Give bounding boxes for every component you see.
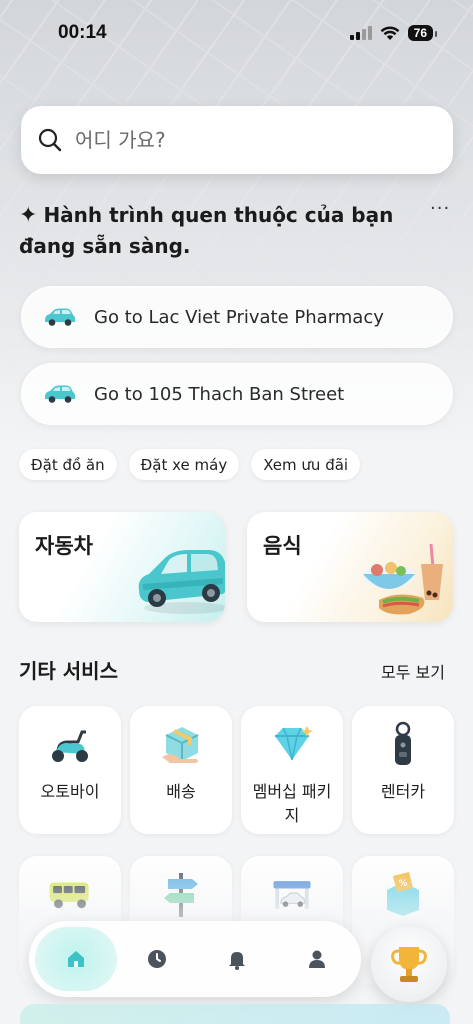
chip-book-motorbike[interactable]: Đặt xe máy [128,449,240,480]
clock-icon [148,950,166,968]
more-options-icon[interactable]: ··· [430,198,450,219]
service-card-car[interactable]: 자동차 [19,512,225,622]
service-tile-label: 오토바이 [40,782,100,801]
route-label: Go to Lac Viet Private Pharmacy [94,306,384,328]
status-bar: 00:14 76 [0,0,473,66]
battery-indicator: 76 [407,25,438,41]
car-icon [138,550,225,614]
greeting-heading: ✦ Hành trình quen thuộc của bạn đang sẵn … [19,200,419,262]
service-tile-label: 렌터카 [380,782,426,801]
section-title: 기타 서비스 [19,659,118,683]
status-time: 00:14 [58,22,107,43]
trophy-icon [391,947,427,982]
service-tile-label: 멤버십 패키지 [252,782,332,825]
car-icon [45,308,75,326]
user-icon [309,950,325,968]
food-icon [363,543,443,615]
wifi-icon [380,25,400,40]
service-tile-membership[interactable]: 멤버십 패키지 [241,706,343,834]
sparkle-icon: ✦ [19,203,38,228]
tab-account[interactable] [277,927,357,991]
search-bar[interactable] [21,106,453,174]
chip-view-offers[interactable]: Xem ưu đãi [251,449,361,480]
tab-notifications[interactable] [197,927,277,991]
scooter-icon [46,720,94,768]
recent-route-1[interactable]: Go to Lac Viet Private Pharmacy [21,286,453,348]
car-key-icon [379,720,427,768]
search-icon [38,128,62,152]
promo-banner[interactable] [20,1004,450,1024]
quick-actions: Đặt đồ ăn Đặt xe máy Xem ưu đãi [19,449,361,480]
service-card-food[interactable]: 음식 [247,512,453,622]
bottom-tab-bar [29,921,361,997]
service-tile-motorbike[interactable]: 오토바이 [19,706,121,834]
greeting-text: Hành trình quen thuộc của bạn đang sẵn s… [19,203,394,258]
route-label: Go to 105 Thach Ban Street [94,383,345,405]
package-icon [157,720,205,768]
service-tile-label: 배송 [166,782,196,801]
service-card-label: 자동차 [35,534,93,558]
see-all-link[interactable]: 모두 보기 [381,659,445,683]
chip-order-food[interactable]: Đặt đồ ăn [19,449,117,480]
cellular-signal-icon [349,26,372,40]
bell-icon [229,952,245,970]
home-icon [68,951,84,967]
search-input[interactable] [75,128,415,152]
diamond-icon [268,720,316,768]
car-icon [45,385,75,403]
recent-route-2[interactable]: Go to 105 Thach Ban Street [21,363,453,425]
service-tile-car-rental[interactable]: 렌터카 [352,706,454,834]
status-icons: 76 [349,25,438,41]
service-tile-delivery[interactable]: 배송 [130,706,232,834]
service-card-label: 음식 [263,534,302,558]
tab-home[interactable] [35,927,117,991]
rewards-button[interactable] [371,926,447,1002]
tab-history[interactable] [117,927,197,991]
